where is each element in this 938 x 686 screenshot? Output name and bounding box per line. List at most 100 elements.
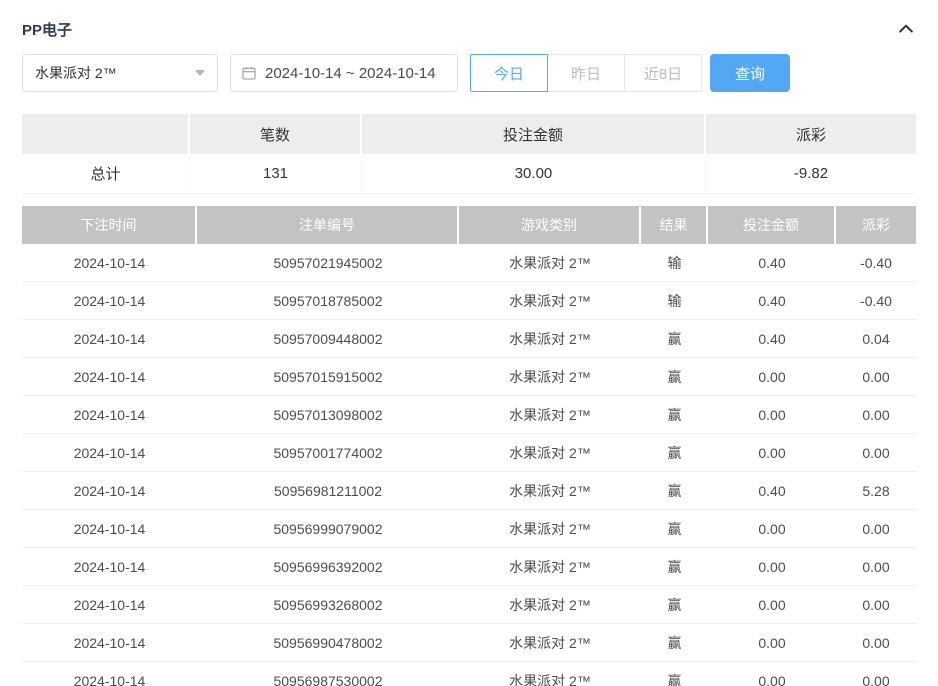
result-cell: 输 [641, 244, 708, 282]
order-number-cell: 50957001774002 [197, 434, 459, 472]
bet-amount-cell: 0.00 [708, 662, 836, 686]
bet-time-cell: 2024-10-14 [22, 396, 197, 434]
game-type-cell: 水果派对 2™ [459, 320, 641, 358]
payout-cell: 0.00 [836, 586, 916, 624]
table-row: 2024-10-1450956987530002水果派对 2™赢0.000.00 [22, 662, 916, 686]
bet-col-header-5: 派彩 [836, 206, 916, 244]
quick-btn-yesterday[interactable]: 昨日 [547, 54, 625, 92]
summary-col-header-2: 投注金额 [362, 114, 706, 154]
bet-amount-cell: 0.00 [708, 358, 836, 396]
bet-table-header-row: 下注时间注单编号游戏类别结果投注金额派彩 [22, 206, 916, 244]
result-cell: 赢 [641, 548, 708, 586]
bet-time-cell: 2024-10-14 [22, 358, 197, 396]
game-type-cell: 水果派对 2™ [459, 358, 641, 396]
payout-cell: 0.00 [836, 548, 916, 586]
result-cell: 赢 [641, 358, 708, 396]
game-type-cell: 水果派对 2™ [459, 510, 641, 548]
bet-amount-cell: 0.00 [708, 434, 836, 472]
payout-cell: 0.00 [836, 510, 916, 548]
summary-header-row: 笔数投注金额派彩 [22, 114, 916, 154]
bet-amount-cell: 0.40 [708, 472, 836, 510]
date-range-value: 2024-10-14 ~ 2024-10-14 [265, 65, 436, 82]
records-panel: PP电子 水果派对 2™ 2024-10-14 ~ 2024-10-14 今日 [0, 0, 938, 686]
bet-time-cell: 2024-10-14 [22, 282, 197, 320]
table-row: 2024-10-1450957001774002水果派对 2™赢0.000.00 [22, 434, 916, 472]
order-number-cell: 50957018785002 [197, 282, 459, 320]
game-type-cell: 水果派对 2™ [459, 624, 641, 662]
filter-bar: 水果派对 2™ 2024-10-14 ~ 2024-10-14 今日昨日近8日 … [22, 54, 916, 92]
bet-time-cell: 2024-10-14 [22, 548, 197, 586]
order-number-cell: 50957015915002 [197, 358, 459, 396]
bet-col-header-3: 结果 [641, 206, 708, 244]
summary-col-header-0 [22, 114, 190, 154]
order-number-cell: 50956987530002 [197, 662, 459, 686]
bet-amount-cell: 0.00 [708, 548, 836, 586]
table-row: 2024-10-1450957021945002水果派对 2™输0.40-0.4… [22, 244, 916, 282]
table-row: 2024-10-1450956993268002水果派对 2™赢0.000.00 [22, 586, 916, 624]
panel-header: PP电子 [22, 0, 916, 40]
bet-time-cell: 2024-10-14 [22, 662, 197, 686]
result-cell: 赢 [641, 472, 708, 510]
payout-cell: 5.28 [836, 472, 916, 510]
bet-amount-cell: 0.40 [708, 320, 836, 358]
summary-table: 笔数投注金额派彩 总计 131 30.00 -9.82 [22, 114, 916, 194]
summary-payout: -9.82 [706, 154, 916, 194]
order-number-cell: 50956999079002 [197, 510, 459, 548]
bet-col-header-2: 游戏类别 [459, 206, 641, 244]
table-row: 2024-10-1450957013098002水果派对 2™赢0.000.00 [22, 396, 916, 434]
search-button[interactable]: 查询 [710, 54, 790, 92]
bet-records-table: 下注时间注单编号游戏类别结果投注金额派彩 2024-10-14509570219… [22, 206, 916, 686]
game-type-cell: 水果派对 2™ [459, 662, 641, 686]
payout-cell: 0.00 [836, 396, 916, 434]
payout-cell: -0.40 [836, 282, 916, 320]
table-row: 2024-10-1450957015915002水果派对 2™赢0.000.00 [22, 358, 916, 396]
table-row: 2024-10-1450956996392002水果派对 2™赢0.000.00 [22, 548, 916, 586]
calendar-icon [241, 65, 257, 81]
order-number-cell: 50956993268002 [197, 586, 459, 624]
chevron-up-icon[interactable] [896, 19, 916, 39]
bet-time-cell: 2024-10-14 [22, 434, 197, 472]
game-type-cell: 水果派对 2™ [459, 282, 641, 320]
summary-col-header-3: 派彩 [706, 114, 916, 154]
game-type-cell: 水果派对 2™ [459, 586, 641, 624]
summary-bet-amount: 30.00 [362, 154, 706, 194]
quick-range-group: 今日昨日近8日 [470, 54, 702, 92]
quick-btn-last8days[interactable]: 近8日 [624, 54, 702, 92]
order-number-cell: 50957013098002 [197, 396, 459, 434]
result-cell: 赢 [641, 510, 708, 548]
bet-amount-cell: 0.00 [708, 396, 836, 434]
game-select[interactable]: 水果派对 2™ [22, 54, 218, 92]
bet-time-cell: 2024-10-14 [22, 320, 197, 358]
date-range-input[interactable]: 2024-10-14 ~ 2024-10-14 [230, 54, 458, 92]
result-cell: 赢 [641, 396, 708, 434]
result-cell: 赢 [641, 320, 708, 358]
payout-cell: 0.00 [836, 662, 916, 686]
bet-col-header-1: 注单编号 [197, 206, 459, 244]
bet-amount-cell: 0.40 [708, 244, 836, 282]
bet-time-cell: 2024-10-14 [22, 510, 197, 548]
table-row: 2024-10-1450957018785002水果派对 2™输0.40-0.4… [22, 282, 916, 320]
result-cell: 赢 [641, 434, 708, 472]
game-type-cell: 水果派对 2™ [459, 244, 641, 282]
order-number-cell: 50956996392002 [197, 548, 459, 586]
order-number-cell: 50956981211002 [197, 472, 459, 510]
order-number-cell: 50957021945002 [197, 244, 459, 282]
game-type-cell: 水果派对 2™ [459, 434, 641, 472]
table-row: 2024-10-1450956981211002水果派对 2™赢0.405.28 [22, 472, 916, 510]
game-type-cell: 水果派对 2™ [459, 396, 641, 434]
payout-cell: -0.40 [836, 244, 916, 282]
payout-cell: 0.00 [836, 434, 916, 472]
page-title: PP电子 [22, 19, 72, 40]
game-type-cell: 水果派对 2™ [459, 548, 641, 586]
table-row: 2024-10-1450956999079002水果派对 2™赢0.000.00 [22, 510, 916, 548]
bet-time-cell: 2024-10-14 [22, 244, 197, 282]
quick-btn-today[interactable]: 今日 [470, 54, 548, 92]
payout-cell: 0.00 [836, 624, 916, 662]
bet-amount-cell: 0.00 [708, 624, 836, 662]
payout-cell: 0.00 [836, 358, 916, 396]
order-number-cell: 50956990478002 [197, 624, 459, 662]
summary-total-label: 总计 [22, 154, 190, 194]
bet-time-cell: 2024-10-14 [22, 472, 197, 510]
bet-amount-cell: 0.00 [708, 586, 836, 624]
result-cell: 输 [641, 282, 708, 320]
